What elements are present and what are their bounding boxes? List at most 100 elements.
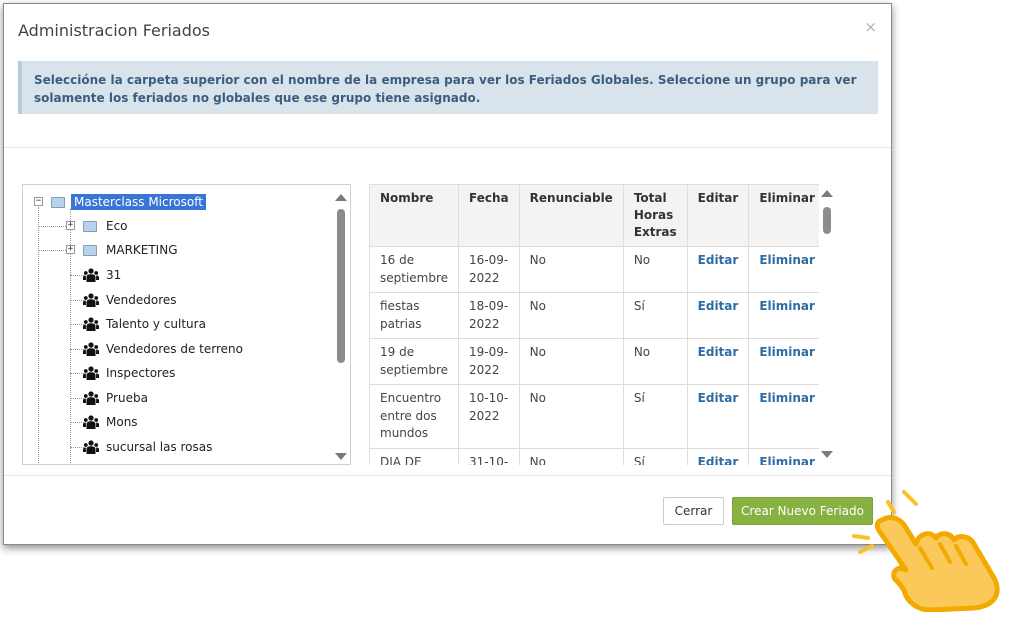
cell-nombre: DIA DE LAS <box>369 447 460 465</box>
folder-icon <box>83 244 97 256</box>
holidays-modal: Administracion Feriados × Seleccióne la … <box>3 3 892 545</box>
column-header-horas-extras: Total Horas Extras <box>622 184 688 247</box>
tree-connector <box>70 348 84 350</box>
info-alert: Seleccióne la carpeta superior con el no… <box>18 61 878 114</box>
table-scroll-thumb[interactable] <box>823 207 831 234</box>
delete-link[interactable]: Eliminar <box>748 338 819 385</box>
holidays-table-container: Nombre Fecha Renunciable Total Horas Ext… <box>369 184 819 465</box>
tree-connector <box>70 422 84 423</box>
table-scroll-down-arrow[interactable] <box>821 451 833 458</box>
scroll-up-arrow[interactable] <box>335 194 347 201</box>
table-scroll-up-arrow[interactable] <box>821 190 833 197</box>
cell-renunciable: No <box>518 292 624 339</box>
delete-link[interactable]: Eliminar <box>748 246 819 293</box>
cell-renunciable: No <box>518 338 624 385</box>
tree-connector <box>38 250 68 251</box>
info-text: Seleccióne la carpeta superior con el no… <box>34 73 857 105</box>
close-icon[interactable]: × <box>864 18 877 36</box>
group-icon <box>83 292 99 307</box>
cell-fecha: 18-09-2022 <box>458 292 520 339</box>
tree-connector <box>70 397 84 399</box>
group-icon <box>83 390 99 405</box>
divider-top <box>4 147 891 148</box>
collapse-toggle[interactable]: − <box>34 197 43 206</box>
cell-fecha: 19-09-2022 <box>458 338 520 385</box>
pointing-hand-icon <box>852 490 1000 612</box>
table-row: DIA DE LAS31-10-NoSíEditarEliminar <box>369 447 819 465</box>
tree-connector <box>70 446 84 448</box>
folder-icon <box>51 196 65 208</box>
edit-link[interactable]: Editar <box>686 447 750 465</box>
group-icon <box>83 317 99 331</box>
cell-fecha: 10-10-2022 <box>458 384 520 449</box>
tree-group-label: Prueba <box>106 390 148 405</box>
cell-horas-extras: Sí <box>622 384 688 449</box>
cell-horas-extras: No <box>622 338 688 385</box>
tree-root-label: Masterclass Microsoft <box>71 194 206 210</box>
edit-link[interactable]: Editar <box>686 338 750 385</box>
tree-connector <box>70 299 84 301</box>
cell-fecha: 16-09-2022 <box>458 246 520 293</box>
expand-toggle[interactable]: + <box>66 245 75 254</box>
cell-nombre: 19 de septiembre <box>369 338 460 385</box>
tree-group-label: Talento y cultura <box>106 317 206 331</box>
tree-folder-label: MARKETING <box>106 243 178 257</box>
group-icon <box>83 268 99 282</box>
cell-renunciable: No <box>518 246 624 293</box>
holidays-table: Nombre Fecha Renunciable Total Horas Ext… <box>369 184 819 465</box>
tree-scroll-thumb[interactable] <box>337 209 345 363</box>
tree-connector <box>70 373 84 374</box>
delete-link[interactable]: Eliminar <box>748 447 819 465</box>
cell-nombre: fiestas patrias <box>369 292 460 339</box>
tree-group-label: Vendedores <box>106 292 177 307</box>
cell-renunciable: No <box>518 447 624 465</box>
group-tree: − Masterclass Microsoft + Eco + MARKETIN… <box>22 184 351 465</box>
tree-group-label: sucursal las rosas <box>106 439 213 454</box>
cell-nombre: 16 de septiembre <box>369 246 460 293</box>
tree-group-node[interactable]: Vendedores <box>83 290 180 310</box>
tree-connector <box>70 324 84 325</box>
column-header-nombre: Nombre <box>369 184 460 247</box>
cell-nombre: Encuentro entre dos mundos <box>369 384 460 449</box>
edit-link[interactable]: Editar <box>686 246 750 293</box>
tree-folder-label: Eco <box>106 219 128 233</box>
tree-folder-marketing[interactable]: MARKETING <box>83 240 181 260</box>
tree-group-node[interactable]: Prueba <box>83 388 151 408</box>
folder-icon <box>83 220 97 232</box>
delete-link[interactable]: Eliminar <box>748 292 819 339</box>
table-row: fiestas patrias 18-09-2022 No Sí Editar Elimi… <box>369 292 819 339</box>
tree-group-node[interactable]: 31 <box>83 265 124 285</box>
scroll-down-arrow[interactable] <box>335 453 347 460</box>
cell-horas-extras: Sí <box>622 292 688 339</box>
group-icon <box>83 341 99 356</box>
column-header-renunciable: Renunciable <box>518 184 624 247</box>
tree-connector <box>38 207 39 464</box>
tree-group-node[interactable]: Vendedores de terreno <box>83 339 246 359</box>
tree-group-label: 31 <box>106 268 122 282</box>
column-header-fecha: Fecha <box>458 184 520 247</box>
tree-group-node[interactable]: Talento y cultura <box>83 314 209 334</box>
edit-link[interactable]: Editar <box>686 384 750 449</box>
table-header-row: Nombre Fecha Renunciable Total Horas Ext… <box>369 184 819 247</box>
cell-renunciable: No <box>518 384 624 449</box>
tree-root-node[interactable]: Masterclass Microsoft <box>51 192 206 212</box>
expand-toggle[interactable]: + <box>66 221 75 230</box>
divider-bottom <box>4 475 891 476</box>
table-row: Encuentro entre dos mundos 10-10-2022 No Sí… <box>369 384 819 449</box>
tree-group-label: Inspectores <box>106 366 176 380</box>
tree-group-node[interactable]: sucursal las rosas <box>83 437 215 457</box>
tree-connector <box>70 275 84 276</box>
tree-connector <box>38 226 68 227</box>
tree-group-node[interactable]: Inspectores <box>83 363 178 383</box>
tree-group-label: Mons <box>106 415 138 429</box>
delete-link[interactable]: Eliminar <box>748 384 819 449</box>
tree-group-node[interactable]: Mons <box>83 412 141 432</box>
group-icon <box>83 439 99 454</box>
cell-horas-extras: No <box>622 246 688 293</box>
group-icon <box>83 366 99 380</box>
cell-fecha: 31-10- <box>458 447 520 465</box>
tree-group-label: Vendedores de terreno <box>106 341 243 356</box>
edit-link[interactable]: Editar <box>686 292 750 339</box>
tree-folder-eco[interactable]: Eco <box>83 216 131 236</box>
cancel-button[interactable]: Cerrar <box>663 497 724 525</box>
